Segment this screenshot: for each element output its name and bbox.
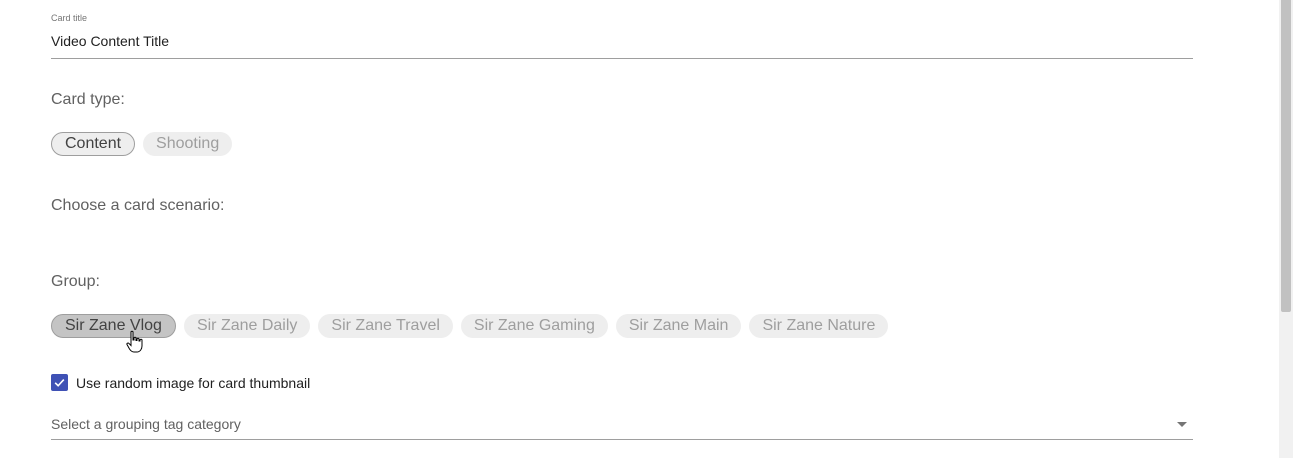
dropdown-arrow-icon — [1177, 422, 1187, 427]
group-chip-nature[interactable]: Sir Zane Nature — [749, 314, 889, 338]
random-image-option: Use random image for card thumbnail — [51, 374, 310, 391]
random-image-label: Use random image for card thumbnail — [76, 374, 311, 391]
scrollbar[interactable] — [1279, 0, 1293, 458]
group-chip-gaming[interactable]: Sir Zane Gaming — [460, 314, 608, 338]
group-label: Group: — [51, 273, 100, 290]
card-type-label: Card type: — [51, 91, 125, 108]
page: Card title Video Content Title Card type… — [0, 0, 1299, 458]
scrollbar-thumb[interactable] — [1281, 0, 1291, 312]
card-title-input[interactable]: Video Content Title — [51, 33, 169, 49]
group-chip-daily[interactable]: Sir Zane Daily — [183, 314, 311, 338]
card-type-chip-content[interactable]: Content — [51, 132, 136, 156]
checkmark-icon — [54, 378, 65, 387]
random-image-checkbox[interactable] — [51, 374, 68, 391]
group-chips: Sir Zane Vlog Sir Zane Daily Sir Zane Tr… — [51, 314, 889, 338]
card-type-chips: Content Shooting — [51, 132, 233, 156]
card-scenario-label: Choose a card scenario: — [51, 197, 225, 214]
group-chip-vlog[interactable]: Sir Zane Vlog — [51, 314, 176, 338]
grouping-tag-placeholder: Select a grouping tag category — [51, 416, 241, 432]
card-title-field[interactable]: Card title Video Content Title — [51, 13, 1193, 59]
group-chip-main[interactable]: Sir Zane Main — [615, 314, 742, 338]
group-chip-travel[interactable]: Sir Zane Travel — [318, 314, 453, 338]
card-title-label: Card title — [51, 13, 88, 23]
card-type-chip-shooting[interactable]: Shooting — [143, 132, 233, 156]
grouping-tag-select[interactable]: Select a grouping tag category — [51, 413, 1193, 440]
